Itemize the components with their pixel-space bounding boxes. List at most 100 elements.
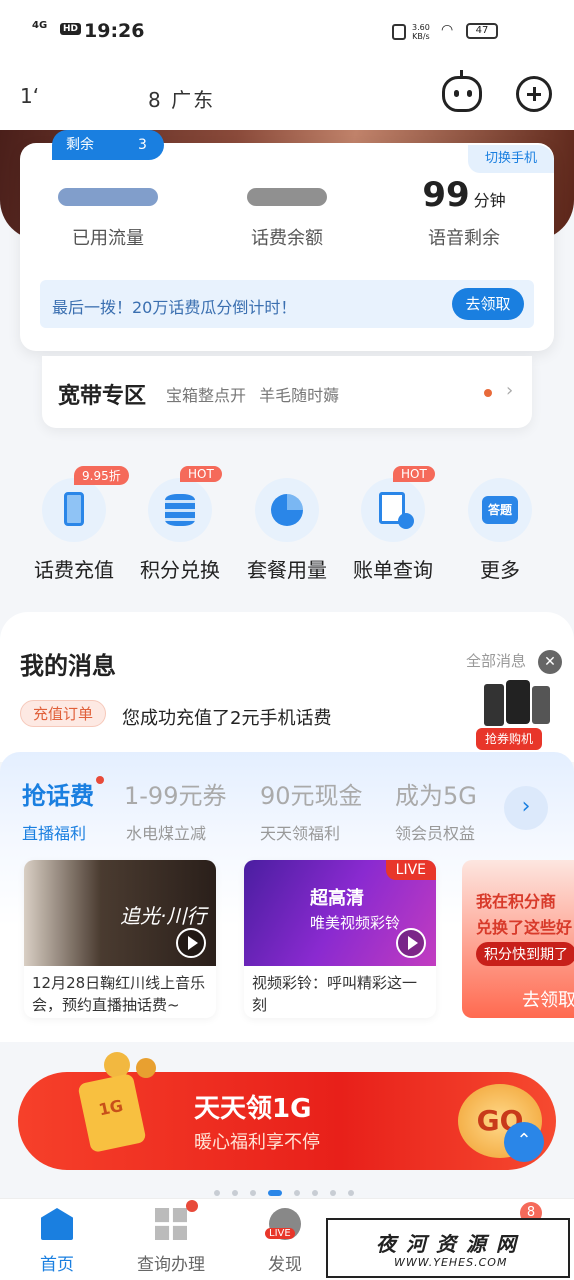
stat-voice[interactable]: 99 分钟 语音剩余 [384,172,544,250]
hot-tag: HOT [393,466,435,482]
promo-strip: 最后一拨！20万话费瓜分倒计时！ 去领取 [40,280,534,328]
quick-action-usage[interactable]: 套餐用量 [235,478,339,583]
hot-tag: HOT [180,466,222,482]
home-icon [41,1208,73,1240]
redacted-value [58,188,158,206]
redacted-value [247,188,327,206]
quick-action-label: 更多 [480,558,520,582]
robot-icon[interactable] [442,70,482,112]
tab-coupons[interactable]: 1-99元券 [124,776,226,811]
stat-label: 语音剩余 [428,228,500,249]
phone-promo-ad[interactable]: 抢券购机 [472,680,564,754]
hd-indicator: HD [60,23,82,35]
tab-sublabel: 天天领福利 [260,824,341,843]
discount-tag: 9.95折 [74,466,129,485]
gift-box: 1G [77,1072,147,1154]
coins-icon [165,494,195,526]
nav-home[interactable]: 首页 [12,1208,102,1275]
concert-thumbnail: 追光·川行 [24,860,216,966]
coin-image [136,1058,156,1078]
plus-circle-icon[interactable] [516,76,552,112]
tab-sublabel: 领会员权益 [395,824,476,843]
live-badge: LIVE [385,860,436,880]
tab-grab-credit[interactable]: 抢话费 [22,776,104,811]
quick-action-label: 积分兑换 [140,558,220,582]
wifi-icon: ◠ [441,22,454,38]
stat-value: 99 [422,175,470,215]
tab-cash[interactable]: 90元现金 [260,776,363,811]
all-messages-link[interactable]: 全部消息 [466,650,526,671]
pie-chart-icon [271,494,303,526]
stat-label: 话费余额 [251,228,323,249]
phone-icon [64,492,84,526]
chevron-right-icon[interactable]: › [504,786,548,830]
thumbnail-title: 超高清 [310,888,364,909]
card-line: 我在积分商 [476,892,557,911]
status-bar: 4G HD 19:26 3.60 KB/s ◠ 47 [0,0,574,64]
card-tag: 积分快到期了 [476,942,574,966]
phone-image [506,680,530,724]
card-action: 去领取 [522,990,574,1011]
watermark-url: WWW.YEHES.COM [394,1256,508,1269]
broadband-subtitle: 宝箱整点开 羊毛随时薅 [166,386,340,405]
battery-indicator: 47 [466,23,498,39]
thumbnail-subtitle: 唯美视频彩铃 [310,914,401,932]
banner-title: 天天领1G [194,1094,312,1124]
broadband-title: 宽带专区 [58,384,147,409]
stat-data-used[interactable]: 已用流量 [28,172,188,250]
switch-phone-button[interactable]: 切换手机 [468,145,554,173]
content-card-concert[interactable]: 追光·川行 12月28日鞠红川线上音乐会，预约直播抽话费~ [24,860,216,1018]
messages-title: 我的消息 [20,652,116,680]
content-card-video-ringtone[interactable]: 超高清 唯美视频彩铃 LIVE 视频彩铃：呼叫精彩这一刻 [244,860,436,1018]
quick-action-more[interactable]: 答题 更多 [448,478,552,583]
content-card-points[interactable]: 我在积分商 兑换了这些好 积分快到期了 去领取 [462,860,574,1018]
promo-text: 最后一拨！20万话费瓜分倒计时！ [52,298,297,317]
grid-icon [155,1208,187,1240]
quick-action-bill[interactable]: HOT 账单查询 [341,466,445,583]
stat-balance[interactable]: 话费余额 [207,172,367,250]
location-label: 8 广东 [148,88,216,112]
quick-action-recharge[interactable]: 9.95折 话费充值 [22,466,129,583]
tab-5g[interactable]: 成为5G [395,776,477,811]
card-caption: 12月28日鞠红川线上音乐会，预约直播抽话费~ [32,974,206,1014]
nav-discover[interactable]: LIVE 发现 [240,1208,330,1275]
tab-sublabel: 直播福利 [22,824,87,843]
ad-button: 抢券购机 [476,728,542,750]
more-tv-icon: 答题 [482,496,518,524]
phone-image [532,686,550,724]
nav-query[interactable]: 查询办理 [126,1208,216,1275]
message-text[interactable]: 您成功充值了2元手机话费 [122,704,331,730]
promo-claim-button[interactable]: 去领取 [452,288,524,320]
banner-subtitle: 暖心福利享不停 [194,1132,320,1153]
stat-unit: 分钟 [473,191,506,210]
notification-dot [484,389,492,397]
thumbnail-title: 追光·川行 [120,904,207,928]
live-badge: LIVE [265,1228,295,1239]
remain-value: 3 [138,137,147,153]
app-header: 1‘ 8 广东 [0,64,574,130]
notification-dot [96,776,104,784]
message-type-badge: 充值订单 [20,700,107,727]
play-icon[interactable] [396,928,426,958]
chevron-right-icon: › [506,380,514,401]
ringtone-thumbnail: 超高清 唯美视频彩铃 LIVE [244,860,436,966]
notification-dot [186,1200,198,1212]
quick-action-label: 套餐用量 [247,558,327,582]
card-caption: 视频彩铃：呼叫精彩这一刻 [252,974,418,1014]
back-to-top-icon[interactable]: ⌃ [504,1122,544,1162]
phone-number[interactable]: 1‘ [20,84,39,108]
network-indicator: 4G [32,20,48,31]
tab-sublabel: 水电煤立减 [126,824,207,843]
live-icon: LIVE [265,1208,301,1240]
nav-label: 查询办理 [137,1255,205,1275]
broadband-card[interactable]: 宽带专区 宝箱整点开 羊毛随时薅 › [42,356,532,428]
remain-badge: 剩余 3 [52,130,164,160]
stat-label: 已用流量 [72,228,144,249]
watermark-text: 夜河资源网 [376,1232,526,1256]
close-icon[interactable]: ✕ [538,650,562,674]
card-line: 兑换了这些好 [476,918,573,937]
quick-action-points[interactable]: HOT 积分兑换 [128,466,232,583]
play-icon[interactable] [176,928,206,958]
clock: 19:26 [84,20,145,42]
nav-label: 发现 [268,1255,302,1275]
